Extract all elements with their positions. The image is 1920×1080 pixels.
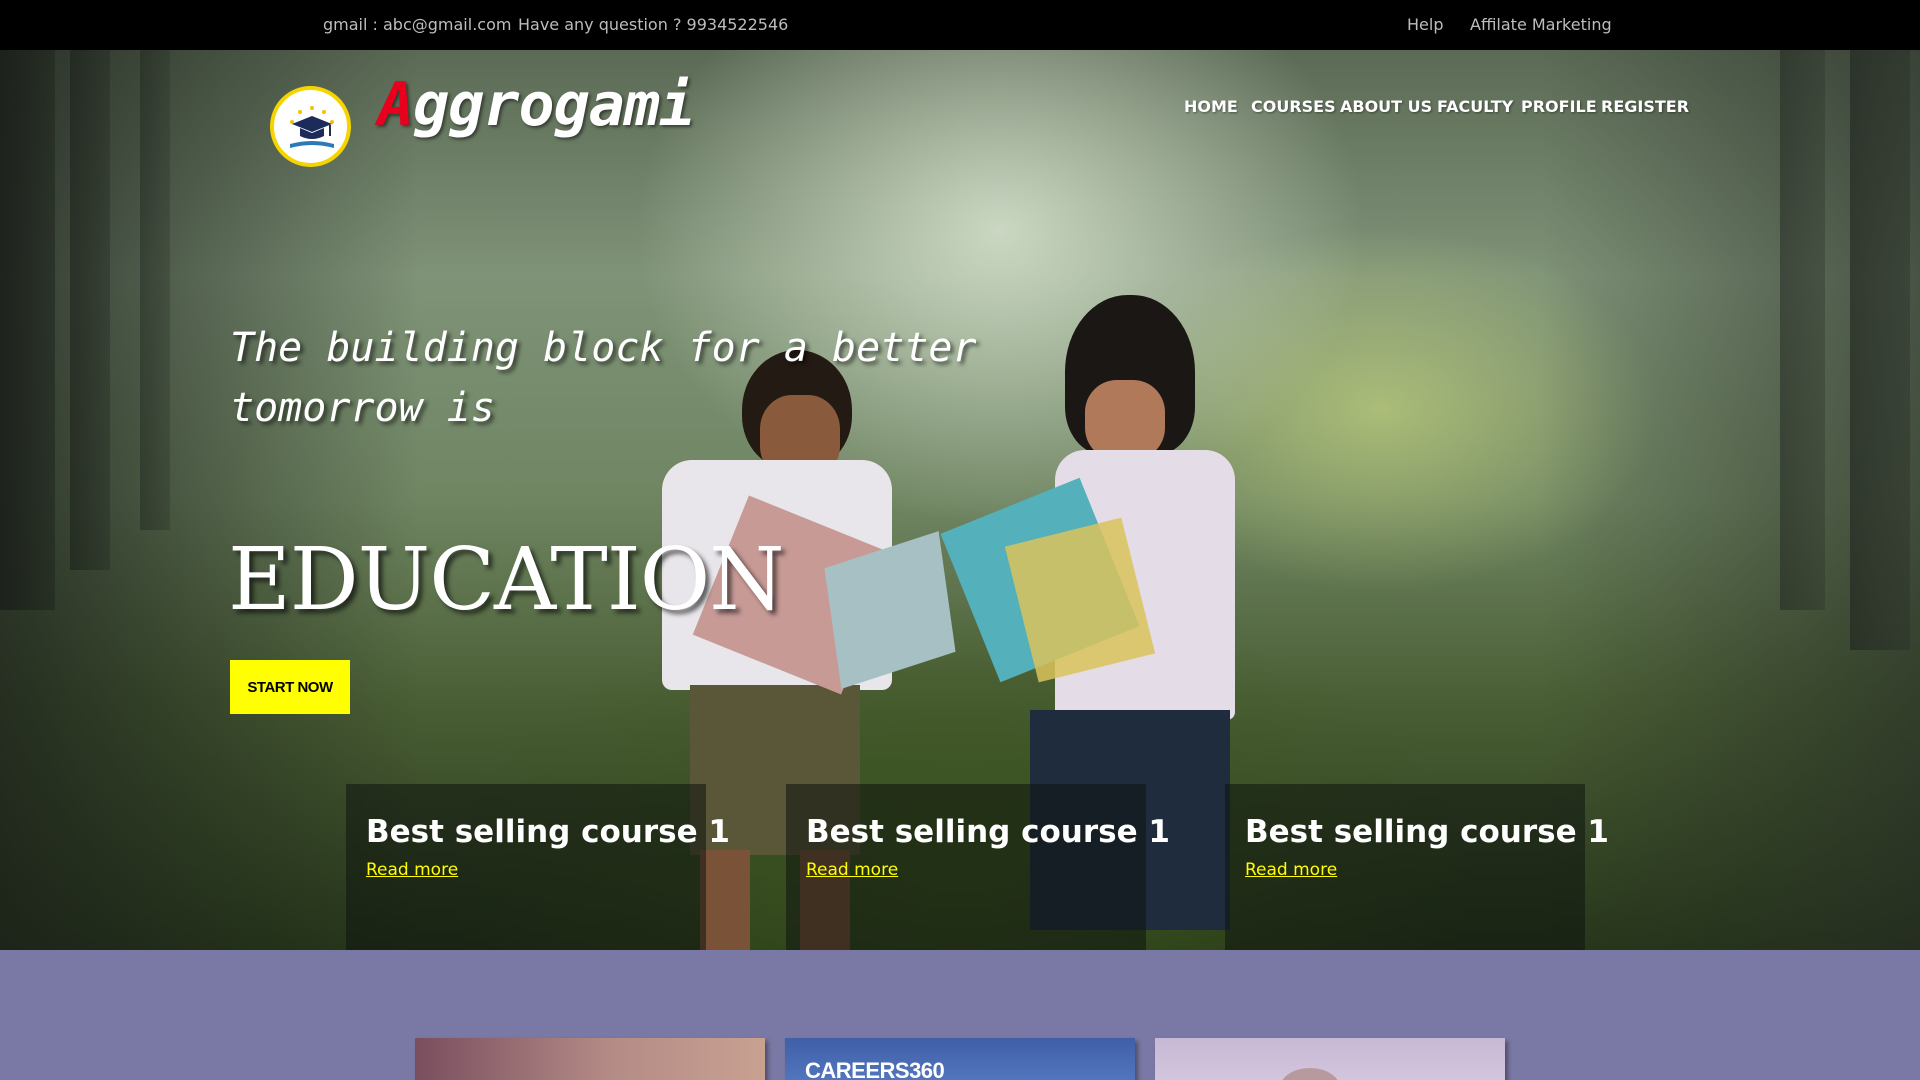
affiliate-marketing-link[interactable]: Affilate Marketing	[1470, 15, 1612, 34]
start-now-button[interactable]: START NOW	[230, 660, 350, 714]
course-card: Best selling course 1 Read more	[346, 784, 730, 950]
nav-profile[interactable]: PROFILE	[1521, 97, 1597, 116]
read-more-link[interactable]: Read more	[806, 860, 898, 880]
graduation-cap-icon	[290, 106, 334, 148]
hero-tagline-line2: tomorrow is	[230, 385, 495, 431]
site-logo[interactable]	[270, 86, 351, 167]
nav-courses[interactable]: COURSES	[1251, 97, 1336, 116]
course-thumbnail[interactable]	[415, 1038, 765, 1080]
read-more-link[interactable]: Read more	[366, 860, 458, 880]
hero-headline: EDUCATION	[228, 530, 785, 630]
course-thumbnail[interactable]	[1155, 1038, 1505, 1080]
nav-faculty[interactable]: FACULTY	[1437, 97, 1513, 116]
course-card-title: Best selling course 1	[1245, 814, 1609, 850]
thumbnail-portrait	[1280, 1068, 1340, 1080]
course-thumbnail[interactable]: CAREERS360	[785, 1038, 1135, 1080]
course-card-title: Best selling course 1	[366, 814, 730, 850]
nav-register[interactable]: REGISTER	[1601, 97, 1689, 116]
contact-phone: Have any question ? 9934522546	[518, 15, 789, 34]
nav-about-us[interactable]: ABOUT US	[1340, 97, 1432, 116]
brand-rest: ggrogami	[413, 70, 695, 140]
brand-name[interactable]: Aggrogami	[378, 70, 695, 140]
hero-section: The building block for a better tomorrow…	[0, 50, 1920, 950]
course-card: Best selling course 1 Read more	[786, 784, 1170, 950]
contact-email: gmail : abc@gmail.com	[323, 15, 512, 34]
course-card: Best selling course 1 Read more	[1225, 784, 1609, 950]
careers360-logo-text: CAREERS360	[805, 1058, 945, 1080]
help-link[interactable]: Help	[1407, 15, 1443, 34]
brand-initial: A	[378, 70, 414, 140]
read-more-link[interactable]: Read more	[1245, 860, 1337, 880]
course-card-title: Best selling course 1	[806, 814, 1170, 850]
nav-home[interactable]: HOME	[1184, 97, 1238, 116]
top-bar: gmail : abc@gmail.com Have any question …	[0, 0, 1920, 50]
hero-tagline-line1: The building block for a better	[230, 325, 977, 371]
